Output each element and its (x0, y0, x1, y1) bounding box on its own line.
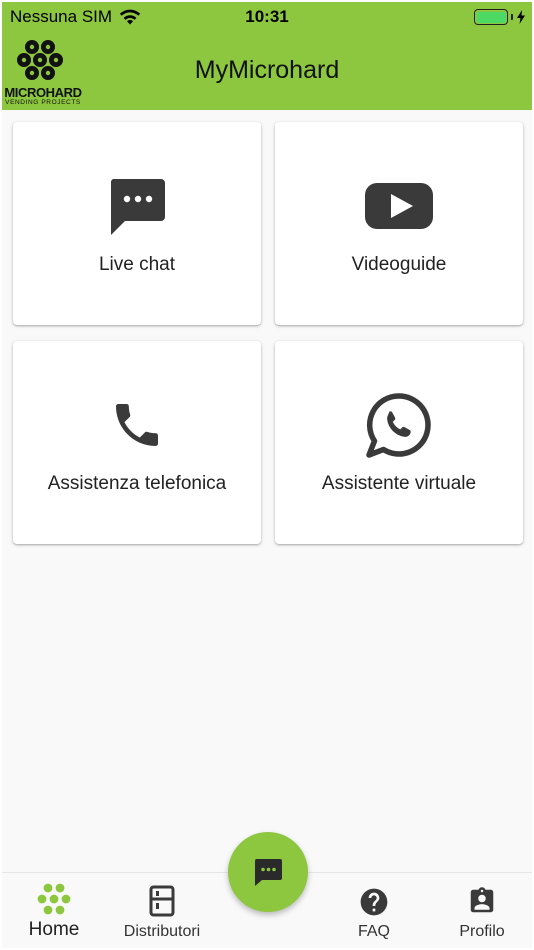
nav-item-distributori[interactable]: Distributori (112, 873, 212, 948)
nav-label-distributori: Distributori (123, 923, 201, 940)
nav-item-faq[interactable]: FAQ (336, 873, 412, 948)
app-screen: Nessuna SIM 10:31 MICROHARD VENDING PROJ… (2, 2, 532, 948)
nav-label-profilo: Profilo (459, 923, 505, 940)
carrier-label: Nessuna SIM (10, 7, 113, 26)
chat-fab-button[interactable] (228, 832, 308, 912)
chat-bubble-icon (13, 177, 261, 237)
chat-bubble-icon (254, 859, 282, 886)
nav-item-home[interactable]: Home (14, 873, 94, 948)
nav-item-profilo[interactable]: Profilo (442, 873, 522, 948)
battery-icon (474, 9, 508, 25)
whatsapp-icon (275, 391, 523, 461)
dots-grid-icon (14, 883, 94, 919)
phone-support-label: Assistenza telefonica (47, 473, 227, 494)
video-play-icon (275, 182, 523, 230)
charging-bolt-icon (517, 10, 525, 24)
logo-wordmark: MICROHARD (4, 85, 82, 100)
vending-machine-icon (112, 885, 212, 917)
virtual-assistant-card[interactable]: Assistente virtuale (275, 341, 523, 544)
status-bar: Nessuna SIM 10:31 (2, 2, 532, 32)
phone-support-card[interactable]: Assistenza telefonica (13, 341, 261, 544)
help-circle-icon (336, 886, 412, 918)
live-chat-label: Live chat (98, 254, 176, 275)
phone-icon (13, 397, 261, 453)
live-chat-card[interactable]: Live chat (13, 122, 261, 325)
battery-indicator (474, 9, 526, 25)
logo-tagline: VENDING PROJECTS (5, 99, 81, 106)
profile-badge-icon (442, 885, 522, 917)
carrier-group: Nessuna SIM (10, 7, 142, 27)
virtual-assistant-label: Assistente virtuale (321, 473, 477, 494)
wifi-icon (119, 9, 141, 25)
nav-label-home: Home (28, 919, 80, 940)
videoguide-label: Videoguide (351, 254, 447, 275)
page-title: MyMicrohard (194, 56, 340, 84)
videoguide-card[interactable]: Videoguide (275, 122, 523, 325)
nav-label-faq: FAQ (357, 923, 390, 940)
app-header: Nessuna SIM 10:31 MICROHARD VENDING PROJ… (2, 2, 532, 110)
